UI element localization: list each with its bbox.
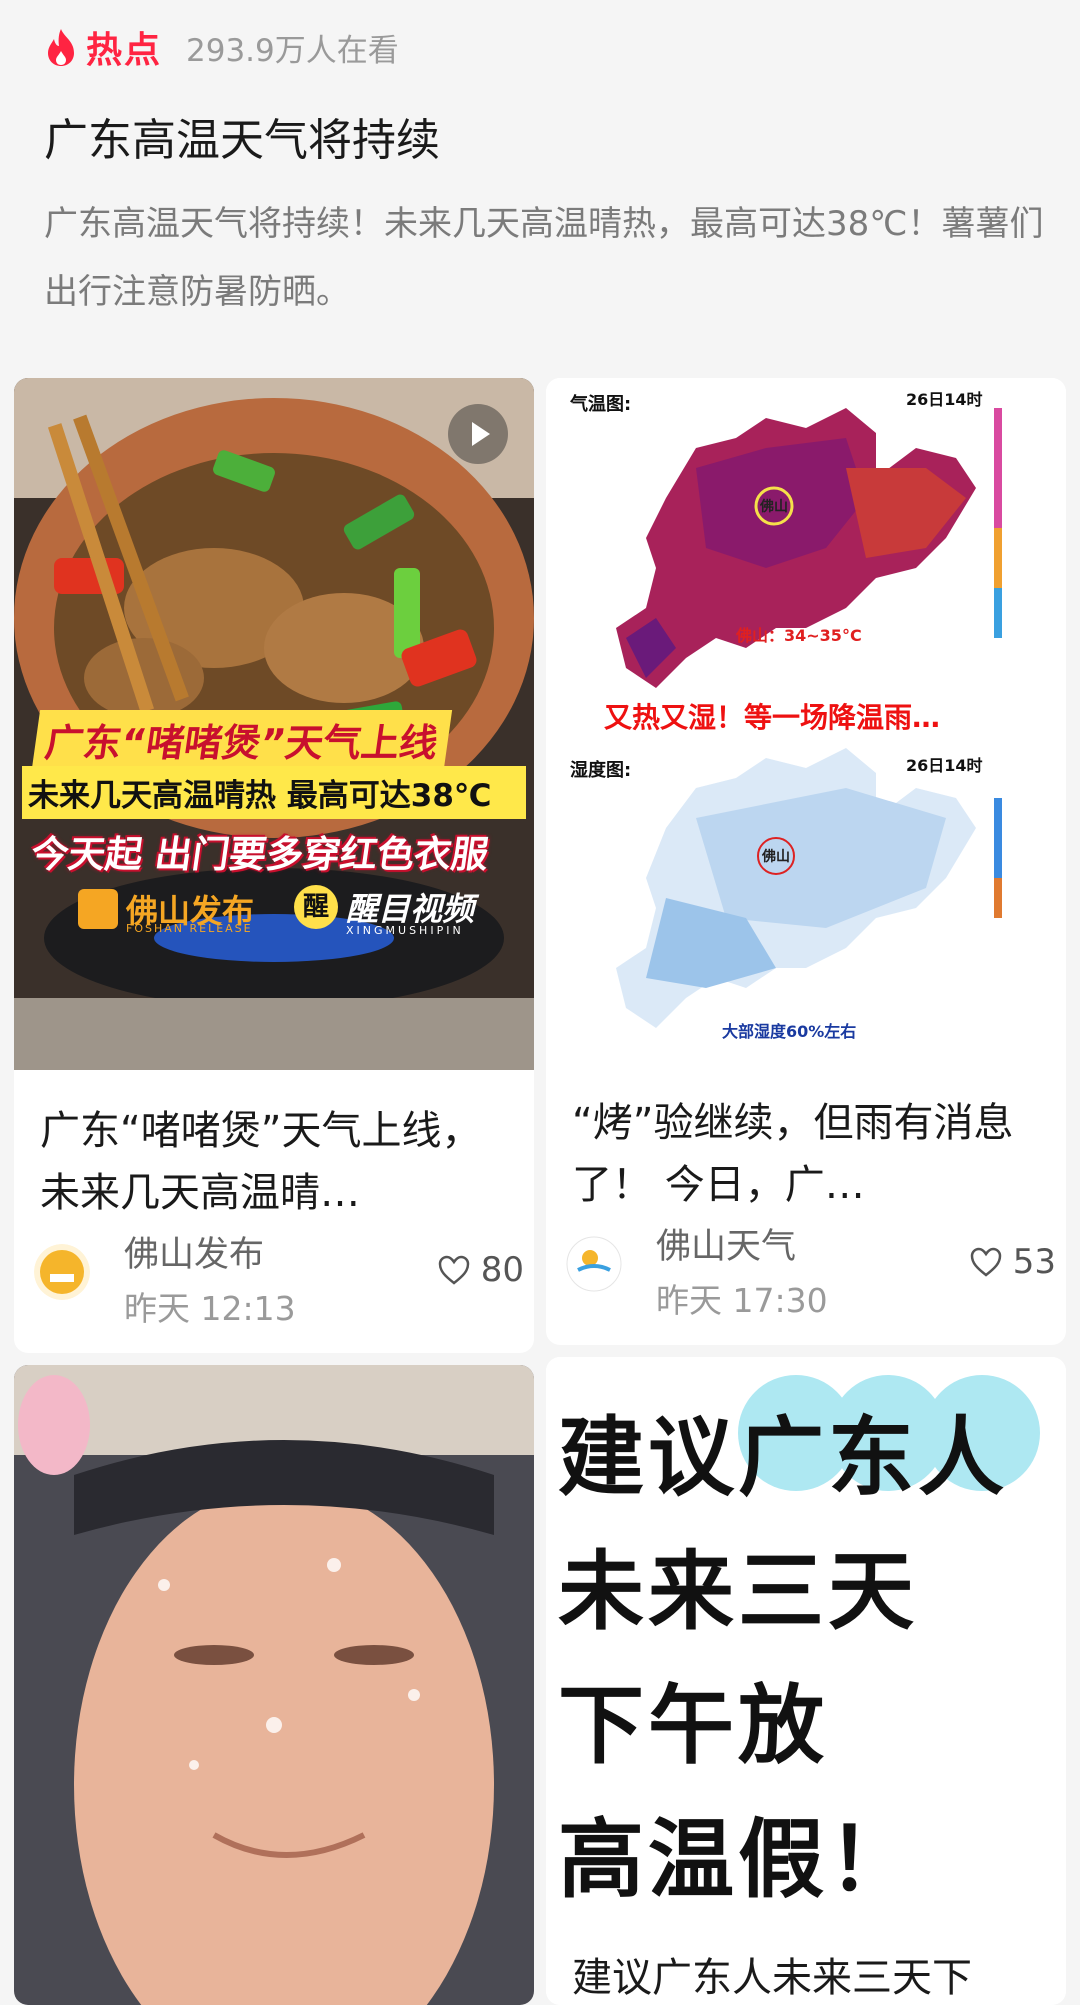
note-title[interactable]: 广东“啫啫煲”天气上线，未来几天高温晴… xyxy=(40,1100,510,1224)
like-button[interactable]: 53 xyxy=(969,1242,1056,1282)
note-meta: 佛山发布 昨天 12:13 80 xyxy=(34,1226,524,1328)
author-name[interactable]: 佛山发布 xyxy=(124,1226,264,1277)
temp-note: 佛山：34~35°C xyxy=(736,626,862,645)
temp-map-date: 26日14时 xyxy=(906,390,983,409)
foshan-release-logo: 佛山发布 FOSHAN RELEASE xyxy=(78,886,254,935)
topic-title: 广东高温天气将持续 xyxy=(44,115,440,166)
video-play-icon xyxy=(448,404,508,464)
cover-text-line: 未来三天 xyxy=(558,1542,918,1642)
note-card-3[interactable] xyxy=(14,1365,534,2005)
sweaty-face-photo xyxy=(14,1365,534,2005)
like-count: 80 xyxy=(480,1250,524,1290)
cover-caption-line1: 广东“啫啫煲”天气上线 xyxy=(31,710,453,769)
temp-map-label: 气温图: xyxy=(570,394,632,415)
avatar[interactable] xyxy=(566,1236,622,1292)
note-card-1[interactable]: 广东“啫啫煲”天气上线 未来几天高温晴热 最高可达38℃ 今天起 出门要多穿红色… xyxy=(14,378,534,1353)
post-time: 昨天 17:30 xyxy=(656,1281,828,1320)
cover-banner: 又热又湿！等一场降温雨… xyxy=(604,701,941,734)
note-card-2[interactable]: 气温图: 26日14时 佛山 佛山：34~35°C 又热又湿！等一场降温雨… 湿… xyxy=(546,378,1066,1345)
cover-caption-line3: 今天起 出门要多穿红色衣服 xyxy=(28,833,492,876)
note-meta: 佛山天气 昨天 17:30 53 xyxy=(566,1218,1056,1320)
hot-topic-header: 热点 293.9万人在看 xyxy=(44,22,399,72)
topic-description: 广东高温天气将持续！未来几天高温晴热，最高可达38℃！薯薯们出行注意防暑防晒。 xyxy=(44,204,1044,312)
note-cover-image[interactable]: 建议 广东人 未来三天 下午放 高温假！ 建议广东人未来三天下 xyxy=(546,1357,1066,2005)
avatar[interactable] xyxy=(34,1244,90,1300)
temp-city-label: 佛山 xyxy=(760,499,788,515)
humid-note: 大部湿度60%左右 xyxy=(722,1022,857,1041)
xingmu-video-logo: 醒 醒目视频 XINGMUSHIPIN xyxy=(294,884,474,937)
cover-text-line: 高温假！ xyxy=(558,1810,918,1910)
humid-map-date: 26日14时 xyxy=(906,756,983,775)
viewer-count: 293.9万人在看 xyxy=(186,32,399,69)
like-button[interactable]: 80 xyxy=(437,1250,524,1290)
note-cover-image[interactable] xyxy=(14,1365,534,2005)
note-cover-image[interactable]: 气温图: 26日14时 佛山 佛山：34~35°C 又热又湿！等一场降温雨… 湿… xyxy=(546,378,1066,1070)
hot-label: 热点 xyxy=(86,30,163,71)
cover-caption-line2: 未来几天高温晴热 最高可达38℃ xyxy=(22,766,526,819)
humid-city-label: 佛山 xyxy=(762,849,790,865)
heart-icon xyxy=(970,1247,1001,1277)
note-title[interactable]: 建议广东人未来三天下 xyxy=(572,1945,972,2003)
fire-icon xyxy=(48,29,74,66)
note-card-4[interactable]: 建议 广东人 未来三天 下午放 高温假！ 建议广东人未来三天下 xyxy=(546,1357,1066,2005)
humid-map-label: 湿度图: xyxy=(570,760,632,781)
cover-text-line: 建议 广东人 xyxy=(558,1375,1040,1512)
like-count: 53 xyxy=(1012,1242,1056,1282)
cover-text-line: 下午放 xyxy=(558,1676,828,1776)
author-name[interactable]: 佛山天气 xyxy=(656,1218,796,1269)
note-title[interactable]: “烤”验继续，但雨有消息了！ 今日，广… xyxy=(572,1092,1042,1216)
heart-icon xyxy=(438,1255,469,1285)
note-cover-image[interactable]: 广东“啫啫煲”天气上线 未来几天高温晴热 最高可达38℃ 今天起 出门要多穿红色… xyxy=(14,378,534,1070)
post-time: 昨天 12:13 xyxy=(124,1289,296,1328)
highlighted-text: 广东人 xyxy=(738,1375,1040,1512)
